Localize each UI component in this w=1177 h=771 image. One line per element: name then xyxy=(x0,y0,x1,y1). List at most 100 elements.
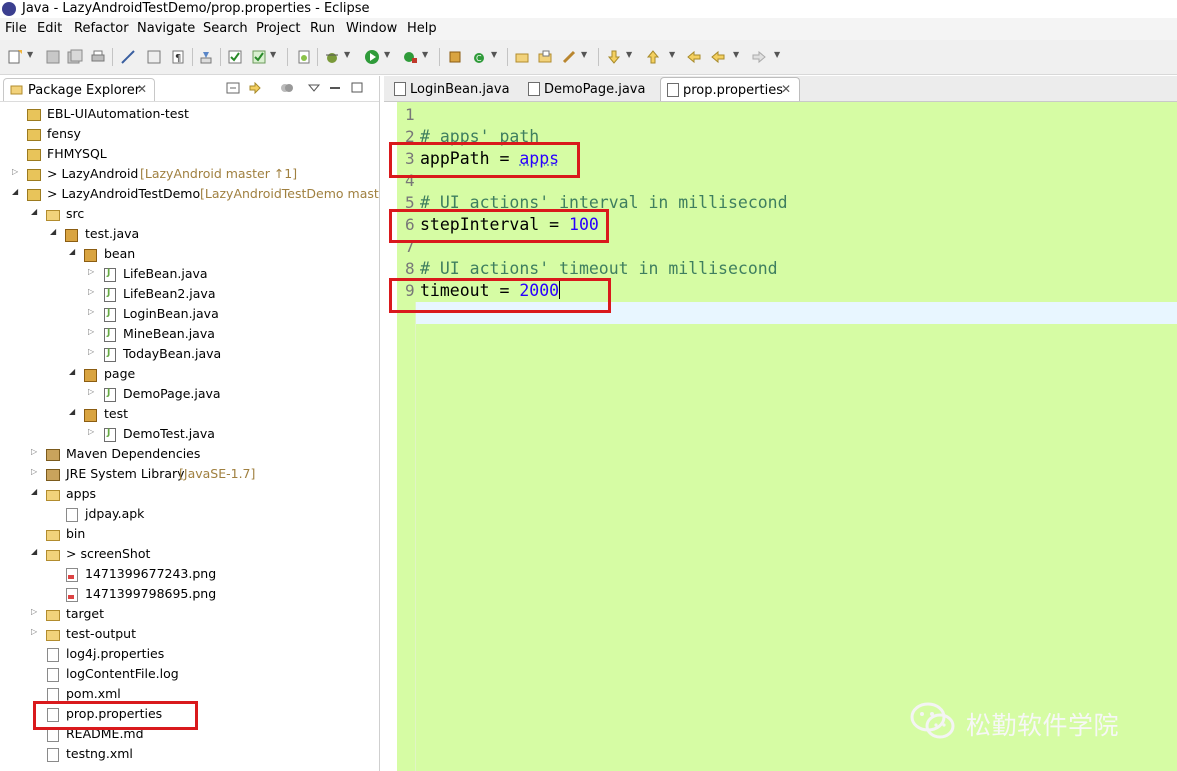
expand-icon[interactable]: ▷ xyxy=(88,347,96,356)
menu-search[interactable]: Search xyxy=(203,21,248,36)
expand-icon[interactable]: ▷ xyxy=(88,327,96,336)
expand-icon[interactable]: ▷ xyxy=(12,167,20,176)
properties-file-icon xyxy=(47,648,59,662)
highlight-box-prop-properties xyxy=(33,701,198,730)
collapse-icon[interactable]: ◢ xyxy=(50,227,58,236)
highlight-box-stepinterval xyxy=(389,209,609,243)
collapse-icon[interactable]: ◢ xyxy=(69,367,77,376)
expand-icon[interactable]: ▷ xyxy=(88,267,96,276)
save-icon[interactable] xyxy=(45,49,61,65)
java-file-icon xyxy=(528,82,540,96)
close-icon[interactable]: ✕ xyxy=(137,82,147,96)
menu-file[interactable]: File xyxy=(5,21,27,36)
collapse-icon[interactable]: ◢ xyxy=(31,547,39,556)
new-dropdown-icon[interactable]: ▼ xyxy=(27,51,34,59)
expand-icon[interactable]: ▷ xyxy=(31,607,39,616)
folder-icon xyxy=(46,630,60,641)
properties-file-icon xyxy=(667,83,679,97)
forward-icon[interactable] xyxy=(751,49,767,65)
open-resource-icon[interactable] xyxy=(537,49,553,65)
code-editor[interactable]: 1 2 # apps' path 3 appPath = apps 4 5 # … xyxy=(384,102,1177,771)
expand-icon[interactable]: ▷ xyxy=(88,387,96,396)
menu-run[interactable]: Run xyxy=(310,21,335,36)
task-icon[interactable] xyxy=(227,49,243,65)
menu-navigate[interactable]: Navigate xyxy=(137,21,195,36)
debug-icon[interactable] xyxy=(324,49,340,65)
menu-refactor[interactable]: Refactor xyxy=(74,21,129,36)
last-edit-icon[interactable] xyxy=(686,49,702,65)
next-annotation-dropdown-icon[interactable]: ▼ xyxy=(626,51,633,59)
task-dropdown-icon[interactable]: ▼ xyxy=(270,51,277,59)
menu-help[interactable]: Help xyxy=(407,21,437,36)
new-class-dropdown-icon[interactable]: ▼ xyxy=(491,51,498,59)
menu-edit[interactable]: Edit xyxy=(37,21,62,36)
paragraph-icon[interactable]: ¶ xyxy=(170,49,186,65)
package-icon xyxy=(65,229,78,242)
external-tools-dropdown-icon[interactable]: ▼ xyxy=(422,51,429,59)
collapse-icon[interactable]: ◢ xyxy=(31,487,39,496)
next-annotation-icon[interactable] xyxy=(606,49,622,65)
collapse-icon[interactable]: ◢ xyxy=(31,207,39,216)
tab-prop-properties[interactable]: prop.properties ✕ xyxy=(660,77,800,101)
java-file-icon xyxy=(104,308,116,322)
package-explorer-tab[interactable]: Package Explorer ✕ xyxy=(3,78,155,101)
expand-icon[interactable]: ▷ xyxy=(88,287,96,296)
watermark: 松勤软件学院 xyxy=(910,700,1150,740)
search-icon[interactable] xyxy=(561,49,577,65)
expand-icon[interactable]: ▷ xyxy=(31,447,39,456)
collapse-icon[interactable]: ◢ xyxy=(12,187,20,196)
open-type-icon[interactable] xyxy=(146,49,162,65)
expand-icon[interactable]: ▷ xyxy=(31,467,39,476)
highlight-box-apppath xyxy=(389,142,580,178)
maximize-icon[interactable] xyxy=(350,82,364,94)
run-dropdown-icon[interactable]: ▼ xyxy=(384,51,391,59)
title-bar: Java - LazyAndroidTestDemo/prop.properti… xyxy=(0,0,1177,18)
new-icon[interactable] xyxy=(7,49,23,65)
tab-loginbean-java[interactable]: LoginBean.java xyxy=(388,77,512,100)
link-with-editor-icon[interactable] xyxy=(248,82,262,94)
xml-file-icon xyxy=(47,688,59,702)
folder-icon xyxy=(46,550,60,561)
expand-icon[interactable]: ▷ xyxy=(31,627,39,636)
save-all-icon[interactable] xyxy=(67,49,83,65)
open-folder-icon[interactable] xyxy=(514,49,530,65)
back-icon[interactable] xyxy=(710,49,726,65)
log-file-icon xyxy=(47,668,59,682)
java-file-icon xyxy=(104,388,116,402)
expand-icon[interactable]: ▷ xyxy=(88,307,96,316)
expand-icon[interactable]: ▷ xyxy=(88,427,96,436)
collapse-icon[interactable]: ◢ xyxy=(69,407,77,416)
tab-demopage-java[interactable]: DemoPage.java xyxy=(522,77,646,100)
menu-window[interactable]: Window xyxy=(346,21,397,36)
java-file-icon xyxy=(104,288,116,302)
previous-annotation-dropdown-icon[interactable]: ▼ xyxy=(669,51,676,59)
external-tools-icon[interactable] xyxy=(402,49,418,65)
window-title: Java - LazyAndroidTestDemo/prop.properti… xyxy=(22,1,370,16)
collapse-all-icon[interactable] xyxy=(226,82,240,94)
collapse-icon[interactable]: ◢ xyxy=(69,247,77,256)
tree-item[interactable]: ◢ > LazyAndroidTestDemo [LazyAndroidTestDe… xyxy=(12,184,379,204)
forward-dropdown-icon[interactable]: ▼ xyxy=(774,51,781,59)
new-package-icon[interactable] xyxy=(447,49,463,65)
android-sdk-icon[interactable] xyxy=(296,49,312,65)
checklist-icon[interactable] xyxy=(251,49,267,65)
previous-annotation-icon[interactable] xyxy=(645,49,661,65)
library-icon xyxy=(46,449,60,461)
debug-dropdown-icon[interactable]: ▼ xyxy=(344,51,351,59)
main-toolbar: ▼ ¶ ▼ ▼ ▼ ▼ C ▼ ▼ ▼ ▼ ▼ ▼ xyxy=(0,40,1177,75)
close-icon[interactable]: ✕ xyxy=(781,82,791,96)
menu-project[interactable]: Project xyxy=(256,21,300,36)
skip-breakpoints-icon[interactable] xyxy=(120,49,136,65)
run-icon[interactable] xyxy=(364,49,380,65)
minimize-icon[interactable] xyxy=(328,82,342,94)
focus-icon[interactable] xyxy=(280,82,294,94)
new-class-icon[interactable]: C xyxy=(471,49,487,65)
watermark-text: 松勤软件学院 xyxy=(966,711,1120,740)
back-dropdown-icon[interactable]: ▼ xyxy=(733,51,740,59)
search-dropdown-icon[interactable]: ▼ xyxy=(581,51,588,59)
tree-item[interactable]: ▷ > LazyAndroid [LazyAndroid master ↑1] xyxy=(12,164,372,184)
view-menu-icon[interactable] xyxy=(307,82,321,94)
download-icon[interactable] xyxy=(198,49,214,65)
package-icon xyxy=(84,369,97,382)
print-icon[interactable] xyxy=(90,49,106,65)
